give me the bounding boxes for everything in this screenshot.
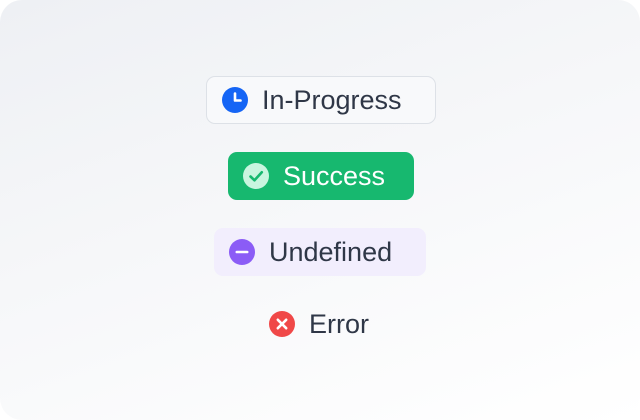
status-badge-in-progress: In-Progress [206, 76, 436, 124]
x-circle-icon [268, 310, 296, 338]
status-label: Success [283, 160, 386, 191]
status-label: Error [309, 308, 369, 339]
clock-icon [221, 86, 249, 114]
status-badge-undefined: Undefined [214, 228, 426, 276]
status-badge-success: Success [228, 152, 414, 200]
status-label: Undefined [269, 236, 393, 267]
minus-circle-icon [228, 238, 256, 266]
status-badge-error: Error [268, 300, 388, 348]
status-badges-card: In-Progress Success Undefined Error [0, 0, 640, 420]
status-label: In-Progress [262, 84, 402, 115]
check-circle-icon [242, 162, 270, 190]
